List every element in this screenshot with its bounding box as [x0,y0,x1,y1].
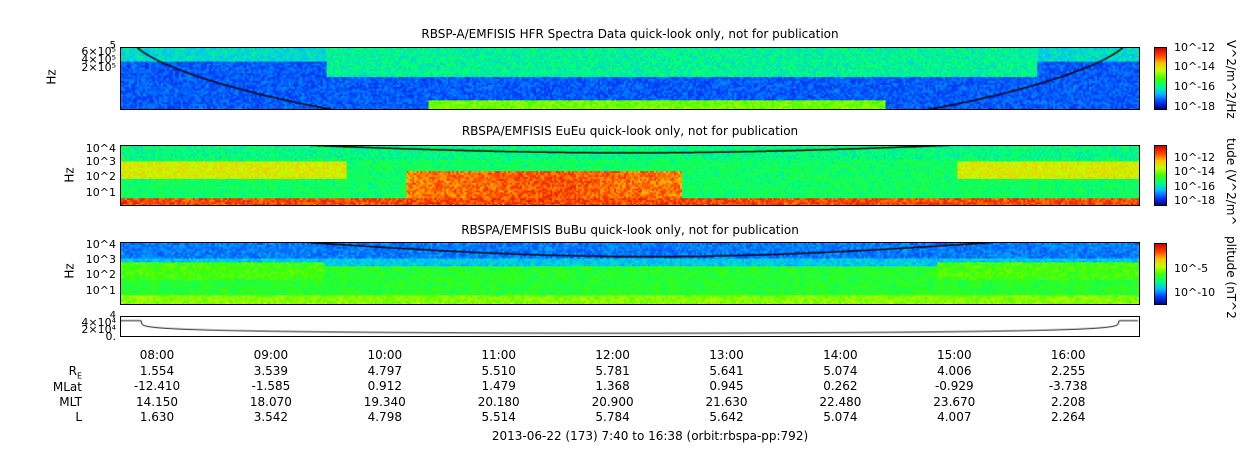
time-tick-label: 12:00 [595,348,630,362]
bubu-spectrogram [120,242,1140,305]
ephemeris-value: 1.479 [481,379,516,394]
ephemeris-value: 5.074 [823,409,858,424]
ephemeris-value: 2.255 [1051,364,1086,378]
panel1-ytick: 2×10⁵ [81,61,116,74]
eph-label-l: L [75,410,82,424]
ephemeris-value: 3.539 [253,364,289,378]
ephemeris-value: 0.945 [709,379,744,394]
cbar2-tick: 10^-16 [1174,180,1216,193]
cbar2-tick: 10^-14 [1174,165,1216,178]
ephemeris-value: 22.480 [819,394,862,409]
panel3-title: RBSPA/EMFISIS BuBu quick-look only, not … [461,223,799,237]
cbar1-tick: 10^-12 [1174,41,1216,54]
cbar1-tick: 10^-16 [1174,80,1216,93]
panel1-title: RBSP-A/EMFISIS HFR Spectra Data quick-lo… [421,27,839,41]
ephemeris-value: -3.738 [1048,379,1088,394]
ephemeris-value: 1.554 [139,364,175,378]
ephemeris-value: -0.929 [934,379,974,394]
cbar3-label: plitude (nT^2 [1224,236,1238,319]
cbar1-tick: 10^-14 [1174,60,1216,73]
cbar1-label: V^2/m^2/Hz [1224,40,1238,119]
panel2-ytick: 10^4 [85,142,116,155]
time-tick-label: 13:00 [709,348,744,362]
ephemeris-value: 2.208 [1051,394,1086,409]
ephemeris-value: 2.264 [1051,409,1086,424]
ephemeris-value: -12.410 [133,379,181,394]
eph-label-mlt: MLT [59,395,82,409]
cbar3-tick: 10^-5 [1174,262,1209,275]
hfr-spectrogram [120,47,1140,110]
ephemeris-value: 0.912 [367,379,402,394]
panel2-colorbar [1154,145,1167,206]
time-tick-label: 10:00 [367,348,403,362]
ephemeris-value: 1.630 [139,409,175,424]
panel3-colorbar [1154,243,1167,305]
panel2-ytick: 10^2 [85,170,116,183]
footer-time-range: 2013-06-22 (173) 7:40 to 16:38 (orbit:rb… [491,429,809,443]
ephemeris-value: 5.510 [481,364,516,378]
ephemeris-value: 19.340 [363,394,406,409]
ephemeris-value: 1.368 [595,379,630,394]
panel2-title: RBSPA/EMFISIS EuEu quick-look only, not … [461,124,799,138]
cbar2-tick: 10^-12 [1174,151,1216,164]
cbar3-tick: 10^-10 [1174,286,1216,299]
time-tick-label: 09:00 [253,348,289,362]
ephemeris-value: 20.900 [591,394,634,409]
panel4-ytick: 0. [105,330,117,343]
ephemeris-value: 14.150 [136,394,178,409]
quicklook-plot: RBSP-A/EMFISIS HFR Spectra Data quick-lo… [0,0,1250,449]
panel1-colorbar [1154,47,1167,110]
time-tick-label: 11:00 [481,348,516,362]
ephemeris-value: 5.641 [709,364,744,378]
eph-label-re: RE [68,364,82,381]
ephemeris-value: 0.262 [823,379,858,394]
bubu-spectrogram-image [121,243,1139,304]
panel3-ytick: 10^3 [85,253,116,266]
cbar2-label: tude (V^2/m^ [1224,138,1238,226]
panel3-ytick: 10^4 [85,238,116,251]
ephemeris-value: 5.514 [481,409,516,424]
ephemeris-value: 4.006 [937,364,972,378]
ephemeris-value: 4.007 [937,409,972,424]
ephemeris-value: 20.180 [477,394,520,409]
ephemeris-value: 5.784 [595,409,630,424]
time-tick-label: 08:00 [139,348,175,362]
line-trace [121,317,1139,336]
ephemeris-value: 4.797 [367,364,402,378]
time-tick-label: 15:00 [937,348,972,362]
line-panel [120,316,1140,337]
eueu-spectrogram-image [121,146,1139,205]
ephemeris-value: 21.630 [705,394,748,409]
panel2-ytick: 10^1 [85,186,116,199]
ephemeris-value: 3.542 [253,409,289,424]
cbar2-tick: 10^-18 [1174,194,1216,207]
panel3-ytick: 10^2 [85,268,116,281]
ephemeris-value: -1.585 [251,379,291,394]
panel3-ytick: 10^1 [85,284,116,297]
ephemeris-value: 23.670 [933,394,976,409]
hfr-spectrogram-image [121,48,1139,109]
eueu-spectrogram [120,145,1140,206]
cbar1-tick: 10^-18 [1174,100,1216,113]
ephemeris-value: 5.642 [709,409,744,424]
ephemeris-value: 18.070 [249,394,292,409]
ephemeris-value: 4.798 [367,409,402,424]
time-tick-label: 14:00 [823,348,858,362]
ephemeris-value: 5.781 [595,364,630,378]
panel2-ytick: 10^3 [85,155,116,168]
eph-label-mlat: MLat [52,380,82,394]
time-tick-label: 16:00 [1050,348,1086,362]
ephemeris-value: 5.074 [823,364,858,378]
